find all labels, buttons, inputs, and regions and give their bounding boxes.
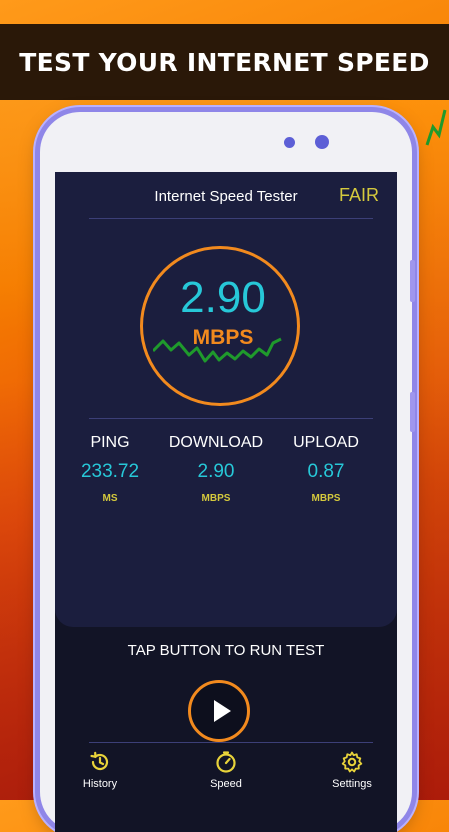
gear-icon [307,750,397,774]
status-badge: FAIR [338,185,379,205]
phone-side-button [410,260,415,302]
metric-unit: MBPS [311,493,341,504]
app-screen: Internet Speed Tester FAIR 2.90 MBPS PIN… [55,172,397,832]
metric-value: 2.90 [197,461,235,482]
run-test-button[interactable] [188,680,250,742]
metric-unit: MS [102,493,118,504]
nav-label: Settings [332,778,372,790]
history-icon [55,750,145,774]
nav-item-history[interactable]: History [55,750,145,790]
nav-item-settings[interactable]: Settings [307,750,397,790]
nav-label: Speed [210,778,242,790]
metric-upload: UPLOAD 0.87 MBPS [271,434,381,504]
run-test-prompt: TAP BUTTON TO RUN TEST [127,642,325,659]
phone-camera [315,135,329,149]
metric-label: PING [90,434,130,451]
nav-item-speed[interactable]: Speed [181,750,271,790]
divider [89,218,373,219]
background-graph-line [425,109,447,146]
promo-banner: TEST YOUR INTERNET SPEED [0,24,449,100]
speedometer-icon [181,750,271,774]
banner-title: TEST YOUR INTERNET SPEED [19,47,430,77]
gauge-speed-value: 2.90 [180,273,266,322]
speed-gauge: 2.90 MBPS [140,246,300,406]
nav-label: History [82,778,118,790]
metric-unit: MBPS [201,493,231,504]
metric-label: DOWNLOAD [168,434,264,451]
speed-graph-line [153,337,282,363]
metric-download: DOWNLOAD 2.90 MBPS [161,434,271,504]
results-card: Internet Speed Tester FAIR 2.90 MBPS PIN… [55,172,397,627]
phone-frame: Internet Speed Tester FAIR 2.90 MBPS PIN… [40,112,415,832]
divider [89,418,373,419]
divider [89,742,373,743]
metric-value: 233.72 [80,461,140,482]
metric-value: 0.87 [307,461,345,482]
metric-label: UPLOAD [293,434,359,451]
metric-ping: PING 233.72 MS [55,434,165,504]
play-icon [214,700,231,722]
phone-sensor [284,137,295,148]
phone-side-button [410,392,415,432]
